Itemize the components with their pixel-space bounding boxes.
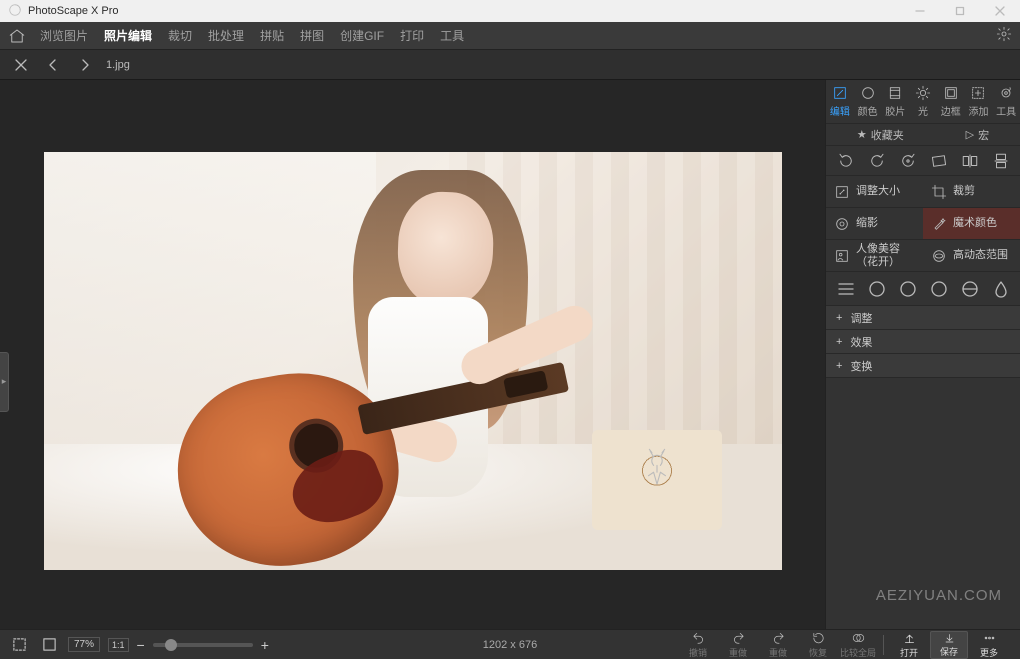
zoom-out-button[interactable]: − [137,637,145,653]
marquee-button[interactable] [8,635,30,655]
panel-tab-insert[interactable]: 添加 [965,80,993,123]
right-panel: 编辑 颜色 胶片 光 边框 添加 工具 ★收藏夹 ▷宏 调整大小 裁剪 缩影 魔… [825,80,1020,629]
tool-vignette[interactable]: 缩影 [826,208,923,240]
favorites-button[interactable]: ★收藏夹 [857,127,904,143]
tab-collage[interactable]: 拼贴 [258,25,286,46]
preset-circle-1[interactable] [867,279,887,299]
redo-button[interactable]: 重做 [719,631,757,659]
tab-crop[interactable]: 裁切 [166,25,194,46]
file-bar: 1.jpg [0,50,1020,80]
redo-all-button[interactable]: 重做 [759,631,797,659]
home-icon[interactable] [8,27,26,45]
next-file-button[interactable] [74,55,96,75]
macro-button[interactable]: ▷宏 [966,127,989,143]
tool-portrait[interactable]: 人像美容（花开） [826,240,923,272]
straighten-button[interactable] [928,151,950,171]
tool-hdr[interactable]: 高动态范围 [923,240,1020,272]
star-icon: ★ [857,128,867,141]
panel-tab-edit[interactable]: 编辑 [826,80,854,123]
accordion-adjust[interactable]: +调整 [826,306,1020,330]
panel-tab-light[interactable]: 光 [909,80,937,123]
rotate-free-button[interactable] [897,151,919,171]
plus-icon: + [836,336,842,348]
flip-h-button[interactable] [959,151,981,171]
filename-label: 1.jpg [106,59,130,71]
panel-tab-frame[interactable]: 边框 [937,80,965,123]
watermark-text: AEZIYUAN.COM [876,587,1002,604]
app-title: PhotoScape X Pro [28,5,119,17]
play-icon: ▷ [966,128,974,141]
tab-combine[interactable]: 拼图 [298,25,326,46]
rotate-cw-button[interactable] [866,151,888,171]
canvas-area[interactable] [0,80,825,629]
rotate-ccw-button[interactable] [835,151,857,171]
minimize-button[interactable] [900,0,940,22]
image-dimensions: 1202 x 676 [483,639,537,651]
undo-button[interactable]: 撤销 [679,631,717,659]
maximize-button[interactable] [940,0,980,22]
zoom-in-button[interactable]: + [261,637,269,653]
tool-magic-color[interactable]: 魔术颜色 [923,208,1020,240]
panel-tab-color[interactable]: 颜色 [854,80,882,123]
open-button[interactable]: 打开 [890,631,928,659]
settings-button[interactable] [996,26,1012,45]
grid-button[interactable] [38,635,60,655]
tool-crop[interactable]: 裁剪 [923,176,1020,208]
compare-button[interactable]: 比较全局 [839,631,877,659]
tab-gif[interactable]: 创建GIF [338,25,386,46]
tab-browse[interactable]: 浏览图片 [38,25,90,46]
zoom-1to1[interactable]: 1:1 [108,638,129,652]
tool-resize[interactable]: 调整大小 [826,176,923,208]
plus-icon: + [836,312,842,324]
bottom-bar: 77% 1:1 − + 1202 x 676 撤销 重做 重做 恢复 比较全局 … [0,629,1020,659]
tab-batch[interactable]: 批处理 [206,25,246,46]
tab-tools[interactable]: 工具 [438,25,466,46]
plus-icon: + [836,360,842,372]
close-file-button[interactable] [10,55,32,75]
accordion-effect[interactable]: +效果 [826,330,1020,354]
save-button[interactable]: 保存 [930,631,968,659]
panel-tab-tools[interactable]: 工具 [992,80,1020,123]
sidebar-expand-handle[interactable] [0,352,9,412]
preset-circle-4[interactable] [960,279,980,299]
revert-button[interactable]: 恢复 [799,631,837,659]
prev-file-button[interactable] [42,55,64,75]
zoom-slider[interactable] [153,643,253,647]
titlebar: PhotoScape X Pro [0,0,1020,22]
panel-tab-film[interactable]: 胶片 [881,80,909,123]
main-toolbar: 浏览图片 照片编辑 裁切 批处理 拼贴 拼图 创建GIF 打印 工具 [0,22,1020,50]
accordion-transform[interactable]: +变换 [826,354,1020,378]
zoom-value[interactable]: 77% [68,637,100,652]
flip-v-button[interactable] [990,151,1012,171]
image-preview[interactable] [44,152,782,570]
preset-grid-icon[interactable] [836,279,856,299]
preset-drop-icon[interactable] [991,279,1011,299]
preset-circle-3[interactable] [929,279,949,299]
preset-circle-2[interactable] [898,279,918,299]
more-button[interactable]: 更多 [970,631,1008,659]
app-logo-icon [8,3,22,20]
close-button[interactable] [980,0,1020,22]
tab-print[interactable]: 打印 [398,25,426,46]
tab-editor[interactable]: 照片编辑 [102,25,154,46]
